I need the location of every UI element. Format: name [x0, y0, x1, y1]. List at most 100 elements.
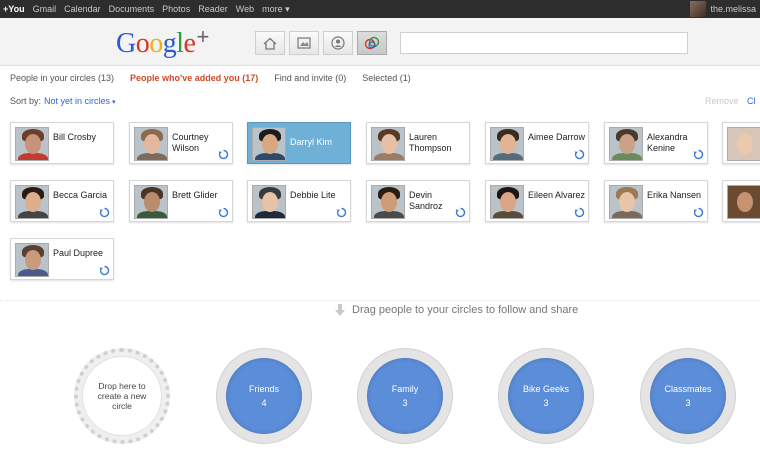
header: Google+: [0, 18, 760, 66]
person-name: Bill Crosby: [53, 132, 97, 142]
person-name: Becca Garcia: [53, 190, 108, 200]
circles-icon: [364, 36, 380, 50]
circle-name: Classmates: [664, 384, 712, 394]
person-card[interactable]: Erika Nansen: [604, 180, 708, 222]
person-name: Paul Dupree: [53, 248, 104, 258]
person-name: Debbie Lite: [290, 190, 336, 200]
profile-icon: [331, 36, 345, 50]
nav-web[interactable]: Web: [236, 4, 254, 14]
tab-people-in-circles[interactable]: People in your circles (13): [10, 73, 114, 83]
person-card[interactable]: Eileen Alvarez: [485, 180, 589, 222]
person-name: Lauren Thompson: [409, 132, 452, 153]
person-card[interactable]: Lauren Thompson: [366, 122, 470, 164]
add-to-circle-icon[interactable]: [574, 207, 585, 218]
circle-classmates[interactable]: Classmates 3: [640, 348, 736, 444]
add-to-circle-icon[interactable]: [99, 207, 110, 218]
photos-button[interactable]: [289, 31, 319, 55]
photos-icon: [297, 37, 311, 49]
person-name: Brett Glider: [172, 190, 218, 200]
circle-friends[interactable]: Friends 4: [216, 348, 312, 444]
sort-label: Sort by:: [10, 96, 42, 106]
person-photo: [490, 185, 524, 219]
circle-count: 3: [402, 398, 408, 408]
person-photo: [134, 127, 168, 161]
circle-tabs: People in your circles (13) People who'v…: [0, 66, 760, 90]
add-to-circle-icon[interactable]: [693, 149, 704, 160]
person-name: Erika Nansen: [647, 190, 702, 200]
person-card-partial[interactable]: [722, 122, 760, 164]
nav-more[interactable]: more ▾: [262, 4, 290, 15]
home-icon: [263, 37, 277, 50]
nav-calendar[interactable]: Calendar: [64, 4, 101, 14]
circle-count: 4: [261, 398, 267, 408]
person-photo: [609, 185, 643, 219]
remove-button[interactable]: Remove: [705, 96, 739, 106]
person-photo: [252, 185, 286, 219]
top-nav: +You Gmail Calendar Documents Photos Rea…: [0, 4, 298, 15]
add-to-circle-icon[interactable]: [693, 207, 704, 218]
sort-control: Sort by: Not yet in circles ▾: [10, 96, 116, 106]
circle-name: Family: [391, 384, 419, 394]
add-to-circle-icon[interactable]: [218, 207, 229, 218]
person-card[interactable]: Bill Crosby: [10, 122, 114, 164]
add-to-circle-icon[interactable]: [574, 149, 585, 160]
circle-inner: Family 3: [367, 358, 443, 434]
tab-find-invite[interactable]: Find and invite (0): [274, 73, 346, 83]
nav-photos[interactable]: Photos: [162, 4, 190, 14]
add-to-circle-icon[interactable]: [336, 207, 347, 218]
person-card[interactable]: Aimee Darrow: [485, 122, 589, 164]
circle-inner: Friends 4: [226, 358, 302, 434]
person-photo: [134, 185, 168, 219]
search-input[interactable]: [400, 32, 688, 54]
avatar: [690, 1, 707, 17]
person-photo: [490, 127, 524, 161]
add-to-circle-icon[interactable]: [455, 207, 466, 218]
clear-button[interactable]: Cl: [747, 96, 756, 106]
profile-button[interactable]: [323, 31, 353, 55]
chevron-down-icon[interactable]: ▾: [112, 99, 116, 106]
person-card[interactable]: Becca Garcia: [10, 180, 114, 222]
sort-dropdown[interactable]: Not yet in circles: [44, 96, 110, 106]
person-card[interactable]: Alexandra Kenine: [604, 122, 708, 164]
person-photo: [727, 185, 760, 219]
person-photo: [15, 127, 49, 161]
person-card[interactable]: Devin Sandroz: [366, 180, 470, 222]
nav-gmail[interactable]: Gmail: [33, 4, 57, 14]
person-card-partial[interactable]: [722, 180, 760, 222]
person-photo: [371, 127, 405, 161]
person-card[interactable]: Brett Glider: [129, 180, 233, 222]
user-name: the.melissa: [710, 4, 756, 14]
person-card[interactable]: Debbie Lite: [247, 180, 351, 222]
new-circle-label: Drop here to create a new circle: [97, 381, 147, 411]
person-photo: [15, 185, 49, 219]
drag-hint: Drag people to your circles to follow an…: [334, 303, 578, 317]
person-card[interactable]: Courtney Wilson: [129, 122, 233, 164]
add-to-circle-icon[interactable]: [218, 149, 229, 160]
user-account[interactable]: the.melissa: [690, 1, 756, 17]
circles-button[interactable]: [357, 31, 387, 55]
person-photo: [15, 243, 49, 277]
circle-inner: Classmates 3: [650, 358, 726, 434]
google-plus-logo[interactable]: Google+: [116, 24, 209, 60]
circle-count: 3: [543, 398, 549, 408]
add-to-circle-icon[interactable]: [99, 265, 110, 276]
tab-selected[interactable]: Selected (1): [362, 73, 411, 83]
person-card[interactable]: Darryl Kim: [247, 122, 351, 164]
person-name: Darryl Kim: [290, 137, 332, 147]
person-card[interactable]: Paul Dupree: [10, 238, 114, 280]
top-bar: +You Gmail Calendar Documents Photos Rea…: [0, 0, 760, 18]
nav-documents[interactable]: Documents: [109, 4, 155, 14]
new-circle-drop-zone[interactable]: Drop here to create a new circle: [74, 348, 170, 444]
circle-name: Bike Geeks: [522, 384, 570, 394]
nav-you[interactable]: +You: [3, 4, 25, 14]
tab-people-added-you[interactable]: People who've added you (17): [130, 73, 258, 83]
arrow-down-icon: [335, 304, 345, 316]
person-name: Eileen Alvarez: [528, 190, 586, 200]
circle-family[interactable]: Family 3: [357, 348, 453, 444]
circle-bike-geeks[interactable]: Bike Geeks 3: [498, 348, 594, 444]
person-photo: [727, 127, 760, 161]
home-button[interactable]: [255, 31, 285, 55]
nav-reader[interactable]: Reader: [198, 4, 228, 14]
circle-inner: Bike Geeks 3: [508, 358, 584, 434]
drag-hint-text: Drag people to your circles to follow an…: [352, 304, 579, 316]
